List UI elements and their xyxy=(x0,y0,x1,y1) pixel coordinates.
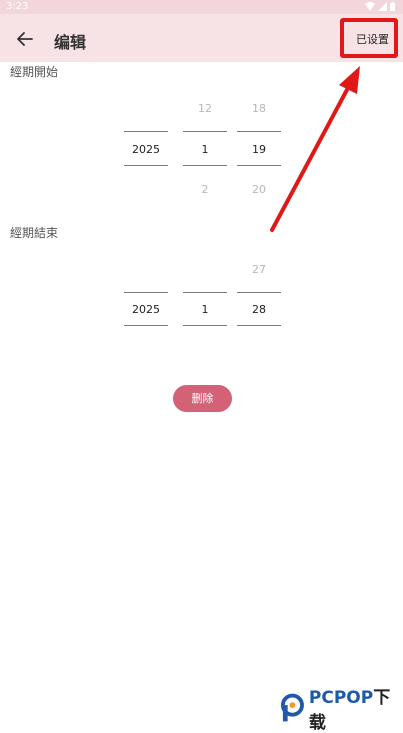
battery-icon xyxy=(390,2,395,11)
end-day-divider-bottom xyxy=(237,325,281,326)
start-year-picker[interactable]: 2025 xyxy=(124,143,168,156)
end-month-divider-top xyxy=(183,292,227,293)
end-month-picker[interactable]: 1 xyxy=(183,303,227,316)
wifi-icon xyxy=(365,2,375,11)
start-day-divider-bottom xyxy=(237,165,281,166)
back-arrow-icon[interactable] xyxy=(14,28,36,50)
page-title: 编辑 xyxy=(54,33,87,52)
annotation-highlight-box xyxy=(340,18,398,58)
start-month-picker[interactable]: 1 xyxy=(183,143,227,156)
status-time: 3:23 xyxy=(6,1,29,12)
delete-button[interactable]: 删除 xyxy=(173,385,232,412)
start-year-divider-top xyxy=(124,131,168,132)
start-month-above[interactable]: 12 xyxy=(183,102,227,115)
start-year-divider-bottom xyxy=(124,165,168,166)
signal-icon xyxy=(378,2,387,11)
start-month-divider-bottom xyxy=(183,165,227,166)
start-month-divider-top xyxy=(183,131,227,132)
end-year-picker[interactable]: 2025 xyxy=(124,303,168,316)
pcpop-logo-icon xyxy=(280,693,304,722)
watermark-logo: PCPOP下载 xyxy=(280,683,403,733)
start-day-picker[interactable]: 19 xyxy=(237,143,281,156)
end-day-divider-top xyxy=(237,292,281,293)
period-end-label: 經期結束 xyxy=(10,226,59,240)
end-year-divider-top xyxy=(124,292,168,293)
end-day-picker[interactable]: 28 xyxy=(237,303,281,316)
status-icons xyxy=(365,2,395,11)
end-month-divider-bottom xyxy=(183,325,227,326)
end-year-divider-bottom xyxy=(124,325,168,326)
period-start-label: 經期開始 xyxy=(10,65,59,79)
start-day-below[interactable]: 20 xyxy=(237,183,281,196)
start-day-divider-top xyxy=(237,131,281,132)
start-day-above[interactable]: 18 xyxy=(237,102,281,115)
watermark-text: PCPOP下载 xyxy=(309,683,403,733)
start-month-below[interactable]: 2 xyxy=(183,183,227,196)
watermark-text-a: PCPOP xyxy=(308,688,374,708)
status-bar: 3:23 xyxy=(0,0,403,14)
end-day-above[interactable]: 27 xyxy=(237,263,281,276)
